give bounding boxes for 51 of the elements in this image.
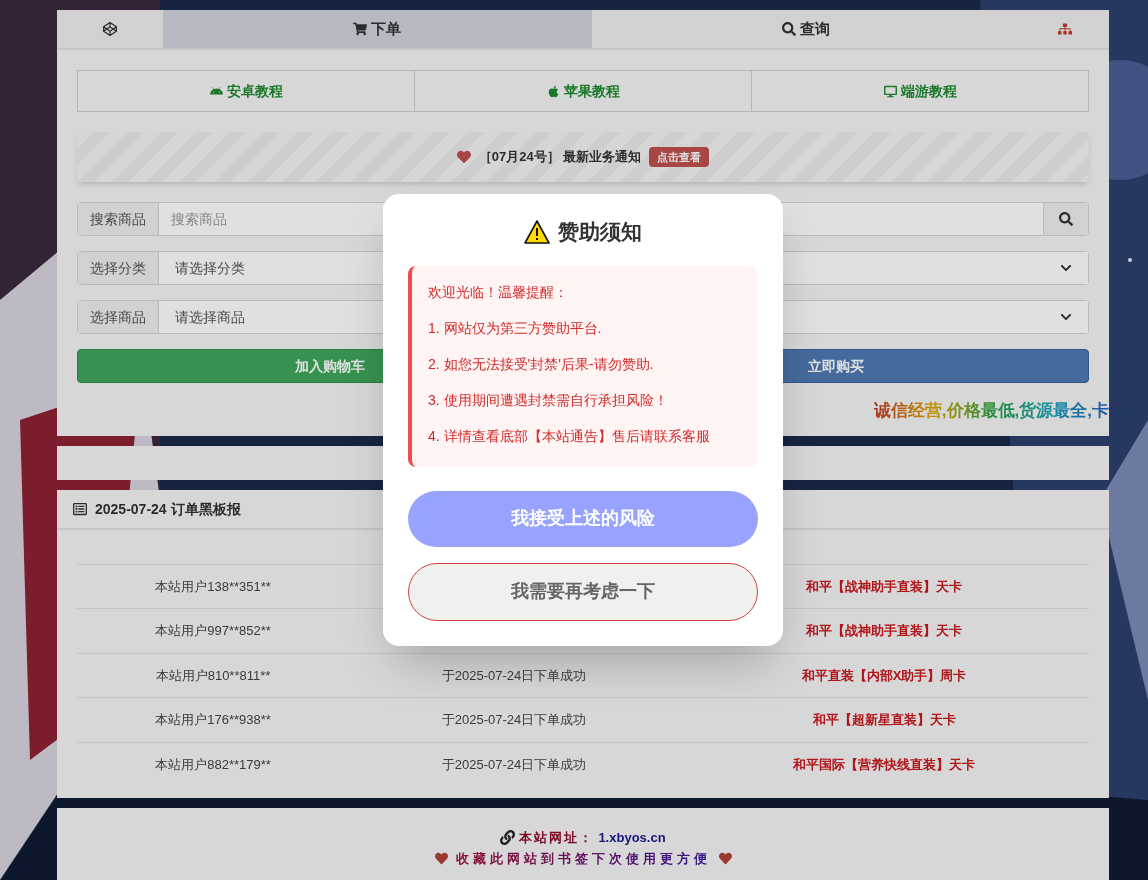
notice-item: 3. 使用期间遭遇封禁需自行承担风险！ xyxy=(428,390,669,410)
notice-item: 1. 网站仅为第三方赞助平台. xyxy=(428,318,603,338)
apple-icon xyxy=(546,84,560,98)
heart-icon xyxy=(456,150,471,164)
table-cell-text: 和平国际【营养快线直装】天卡 xyxy=(792,755,976,774)
nav-tab[interactable] xyxy=(57,10,163,48)
table-cell-text: 和平直装【内部X助手】周卡 xyxy=(800,666,968,685)
nav-tab[interactable] xyxy=(1020,10,1109,48)
view-badge[interactable]: 点击查看 xyxy=(649,146,710,168)
table-cell-text: 和平【战神助手直装】天卡 xyxy=(805,577,963,596)
warning-icon xyxy=(524,219,550,244)
nav-tab[interactable]: 查询 xyxy=(591,10,1020,48)
notice-item: 4. 详情查看底部【本站通告】售后请联系客服 xyxy=(428,426,711,446)
sitemap-icon xyxy=(1057,22,1072,36)
nav-tab[interactable]: 下单 xyxy=(163,10,592,48)
dialog-title: 赞助须知 xyxy=(558,219,642,245)
cart-icon xyxy=(353,22,368,36)
tutorial-link[interactable]: 苹果教程 xyxy=(415,70,752,112)
heart-icon xyxy=(718,852,732,866)
table-cell-text: 本站用户882**179** xyxy=(154,755,272,774)
notice-text: ［07月24号］ 最新业务通知 xyxy=(478,148,642,167)
field-label: 选择商品 xyxy=(78,301,159,333)
heart-icon xyxy=(434,852,448,866)
cube-icon xyxy=(103,22,117,36)
link-icon xyxy=(500,829,516,845)
list-icon xyxy=(73,501,87,516)
tutorial-link[interactable]: 安卓教程 xyxy=(77,70,415,112)
site-link[interactable]: 1.xbyos.cn xyxy=(598,827,666,847)
search-icon xyxy=(781,22,796,36)
search-button[interactable] xyxy=(1043,203,1088,235)
table-cell-text: 本站用户176**938** xyxy=(154,711,272,729)
panel-title: 2025-07-24 订单黑板报 xyxy=(95,499,241,519)
table-cell-text: 于2025-07-24日下单成功 xyxy=(441,711,587,729)
table-cell-text: 本站用户810**811** xyxy=(154,666,272,685)
field-label: 选择分类 xyxy=(78,252,159,284)
table-cell-text: 于2025-07-24日下单成功 xyxy=(441,666,587,685)
field-label: 搜索商品 xyxy=(78,203,159,235)
tutorial-link[interactable]: 端游教程 xyxy=(752,70,1089,112)
search-icon xyxy=(1059,212,1073,226)
reconsider-button[interactable]: 我需要再考虑一下 xyxy=(408,562,758,621)
site-label: 本站网址： xyxy=(519,828,595,847)
intro-text: 欢迎光临！温馨提醒： xyxy=(428,282,569,302)
table-cell-text: 和平【战神助手直装】天卡 xyxy=(805,622,963,640)
table-cell-text: 和平【超新星直装】天卡 xyxy=(811,711,957,729)
chevron-icon xyxy=(1060,311,1072,323)
table-cell-text: 本站用户138**351** xyxy=(154,577,272,596)
table-cell-text: 于2025-07-24日下单成功 xyxy=(441,755,587,774)
chevron-icon xyxy=(1060,262,1072,274)
accept-button[interactable]: 我接受上述的风险 xyxy=(408,490,758,547)
desktop-icon xyxy=(883,84,897,98)
table-cell-text: 本站用户997**852** xyxy=(154,622,272,640)
